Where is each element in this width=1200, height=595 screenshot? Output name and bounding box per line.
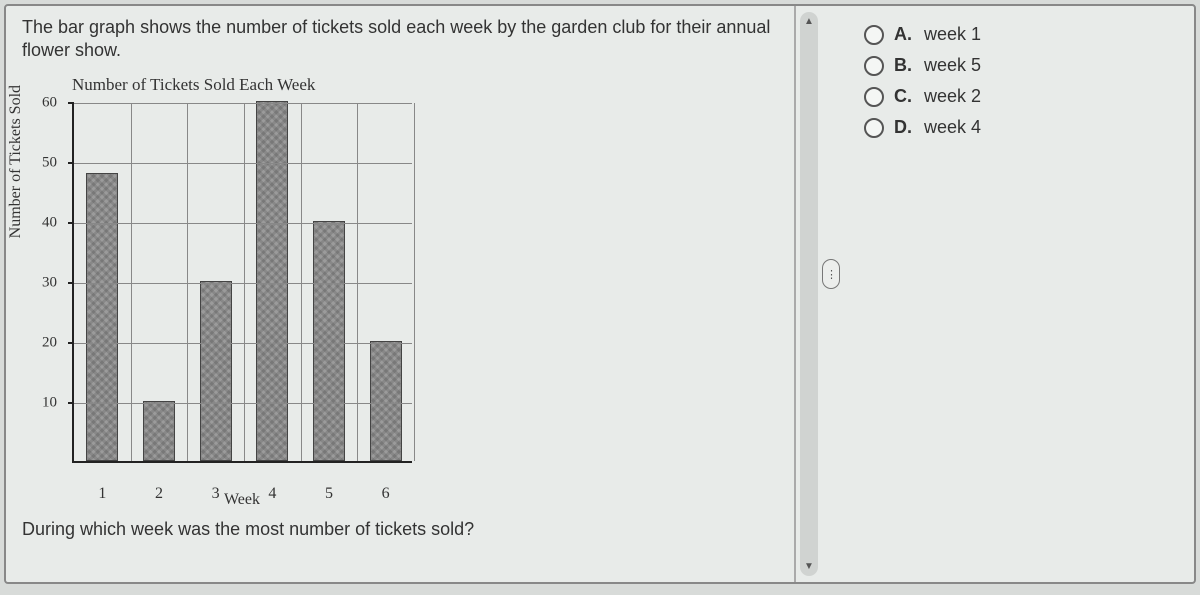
question-intro: The bar graph shows the number of ticket… (22, 16, 778, 63)
x-tick-label: 5 (325, 485, 333, 503)
x-tick-label: 3 (212, 485, 220, 503)
radio-icon[interactable] (864, 56, 884, 76)
option-letter: B. (894, 55, 912, 76)
option-a[interactable]: A. week 1 (864, 24, 1172, 45)
option-text: week 4 (924, 117, 981, 138)
x-tick-label: 6 (382, 485, 390, 503)
x-axis-label: Week (72, 491, 412, 509)
y-tick-label: 30 (42, 274, 57, 291)
option-letter: C. (894, 86, 912, 107)
radio-icon[interactable] (864, 87, 884, 107)
radio-icon[interactable] (864, 118, 884, 138)
y-axis-label: Number of Tickets Sold (7, 85, 25, 238)
app-frame: The bar graph shows the number of ticket… (4, 4, 1196, 584)
y-tick-label: 60 (42, 94, 57, 111)
divider-column: ▲ ▼ ⋮ (796, 6, 842, 582)
bar (313, 221, 345, 461)
scrollbar[interactable]: ▲ ▼ (800, 12, 818, 576)
x-tick-label: 4 (268, 485, 276, 503)
y-tick-label: 10 (42, 394, 57, 411)
ellipsis-icon: ⋮ (826, 268, 836, 281)
y-tick-label: 40 (42, 214, 57, 231)
option-c[interactable]: C. week 2 (864, 86, 1172, 107)
option-text: week 2 (924, 86, 981, 107)
bar (200, 281, 232, 461)
chart: Number of Tickets Sold 123456 1020304050… (30, 103, 460, 509)
bars-layer (74, 103, 412, 461)
y-tick-label: 20 (42, 334, 57, 351)
bar (86, 173, 118, 461)
chart-title: Number of Tickets Sold Each Week (72, 75, 778, 95)
bar (256, 101, 288, 461)
scroll-up-icon[interactable]: ▲ (804, 16, 814, 27)
question-prompt: During which week was the most number of… (22, 519, 778, 540)
option-d[interactable]: D. week 4 (864, 117, 1172, 138)
option-letter: D. (894, 117, 912, 138)
bar (143, 401, 175, 461)
question-panel: The bar graph shows the number of ticket… (6, 6, 796, 582)
scroll-down-icon[interactable]: ▼ (804, 561, 814, 572)
y-tick-label: 50 (42, 154, 57, 171)
option-b[interactable]: B. week 5 (864, 55, 1172, 76)
x-tick-label: 1 (98, 485, 106, 503)
option-letter: A. (894, 24, 912, 45)
chart-area: 123456 102030405060 (72, 103, 412, 463)
option-text: week 5 (924, 55, 981, 76)
option-text: week 1 (924, 24, 981, 45)
radio-icon[interactable] (864, 25, 884, 45)
expand-button[interactable]: ⋮ (822, 259, 840, 289)
x-tick-label: 2 (155, 485, 163, 503)
answers-panel: A. week 1 B. week 5 C. week 2 D. week 4 (842, 6, 1194, 582)
bar (370, 341, 402, 461)
